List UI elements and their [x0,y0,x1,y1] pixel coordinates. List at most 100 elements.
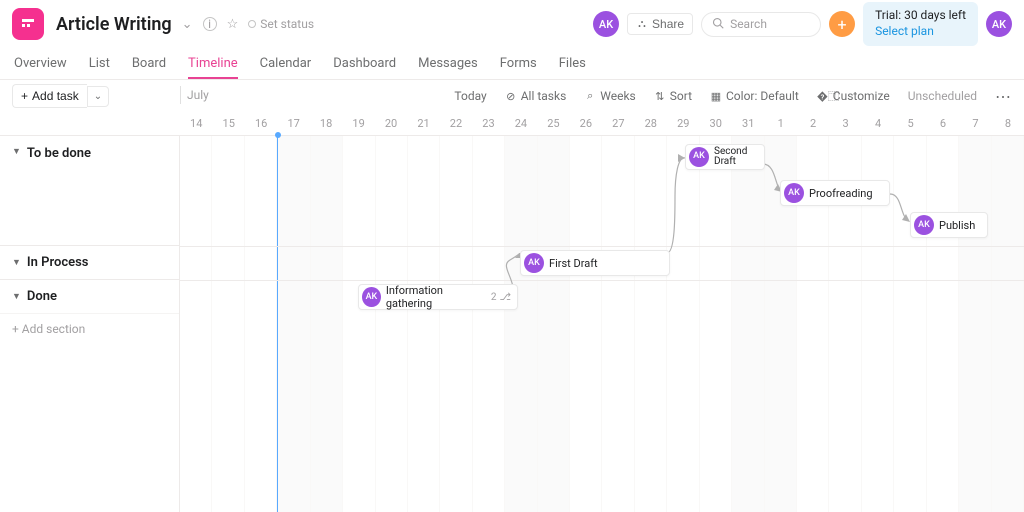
color-button[interactable]: ▦Color: Default [710,89,799,103]
section-label: To be done [27,146,91,161]
day-header: 19 [342,112,374,135]
day-header: 21 [407,112,439,135]
tab-files[interactable]: Files [559,56,586,79]
trial-days-left: Trial: 30 days left [875,8,966,24]
sections-sidebar: ▼To be done ▼In Process ▼Done + Add sect… [0,136,180,512]
day-column [473,136,505,512]
day-column [440,136,472,512]
task-first-draft[interactable]: AK First Draft [520,250,670,276]
subtask-count: 2 ⎇ [491,292,511,303]
task-information-gathering[interactable]: AK Information gathering 2 ⎇ [358,284,518,310]
tab-timeline[interactable]: Timeline [188,56,238,79]
day-header: 7 [959,112,991,135]
day-column [635,136,667,512]
add-task-button[interactable]: + Add task [12,84,87,108]
day-column [927,136,959,512]
day-header: 28 [635,112,667,135]
tab-dashboard[interactable]: Dashboard [333,56,396,79]
magnify-icon: ⌕ [584,89,596,103]
day-header: 24 [505,112,537,135]
day-column [602,136,634,512]
search-input[interactable]: Search [701,12,821,37]
profile-avatar[interactable]: AK [986,11,1012,37]
day-column [959,136,991,512]
day-column [311,136,343,512]
day-column [894,136,926,512]
section-to-be-done[interactable]: ▼ To be done [0,136,179,246]
day-header: 2 [797,112,829,135]
day-header: 22 [440,112,472,135]
day-header: 31 [732,112,764,135]
day-column [700,136,732,512]
section-in-process[interactable]: ▼In Process [0,246,179,280]
task-proofreading[interactable]: AK Proofreading [780,180,890,206]
day-header: 3 [829,112,861,135]
sort-icon: ⇅ [654,90,666,103]
set-status-label: Set status [260,17,314,31]
global-add-button[interactable]: + [829,11,855,37]
info-icon[interactable]: i [203,17,217,31]
today-marker [275,132,281,138]
assignee-avatar: AK [784,183,804,203]
day-column [538,136,570,512]
assignee-avatar: AK [914,215,934,235]
share-button[interactable]: ⛬ Share [627,13,693,35]
assignee-avatar: AK [689,147,709,167]
zoom-weeks[interactable]: ⌕Weeks [584,89,635,103]
search-placeholder: Search [730,17,767,31]
collapse-icon: ▼ [12,146,21,157]
sort-button[interactable]: ⇅Sort [654,89,692,103]
people-icon: ⛬ [636,18,648,31]
app-logo-icon[interactable] [12,8,44,40]
task-second-draft[interactable]: AK Second Draft [685,144,765,170]
add-task-label: Add task [32,89,79,103]
collapse-icon: ▼ [12,291,21,302]
project-menu-chevron-icon[interactable]: ⌄ [180,15,195,34]
assignee-avatar: AK [524,253,544,273]
filter-all-tasks[interactable]: ⊘All tasks [505,89,567,103]
section-done[interactable]: ▼Done [0,280,179,314]
customize-icon: �⿹ [817,88,829,104]
unscheduled-button[interactable]: Unscheduled [908,89,977,103]
search-icon [712,17,724,32]
day-column [667,136,699,512]
add-section-button[interactable]: + Add section [0,314,179,344]
tab-forms[interactable]: Forms [500,56,537,79]
task-publish[interactable]: AK Publish [910,212,988,238]
day-column [570,136,602,512]
day-column [505,136,537,512]
timeline-canvas[interactable]: AK Second Draft AK Proofreading AK Publi… [180,136,1024,512]
assignee-avatar: AK [362,287,381,307]
set-status-button[interactable]: Set status [248,17,314,31]
today-button[interactable]: Today [454,89,486,103]
day-column [212,136,244,512]
day-header: 26 [570,112,602,135]
project-tabs: Overview List Board Timeline Calendar Dashboa… [0,48,1024,80]
customize-button[interactable]: �⿹Customize [817,88,890,104]
task-label: First Draft [549,257,598,270]
section-label: In Process [27,255,89,270]
day-column [245,136,277,512]
tab-messages[interactable]: Messages [418,56,478,79]
task-label: Publish [939,219,975,232]
add-task-dropdown[interactable]: ⌄ [87,86,109,107]
trial-banner: Trial: 30 days left Select plan [863,2,978,45]
tab-list[interactable]: List [89,56,110,79]
day-header: 25 [537,112,569,135]
day-header: 29 [667,112,699,135]
member-avatar[interactable]: AK [593,11,619,37]
day-header: 23 [472,112,504,135]
day-header: 5 [894,112,926,135]
star-icon[interactable]: ☆ [225,15,241,34]
day-column [180,136,212,512]
share-label: Share [652,17,684,31]
day-header: 16 [245,112,277,135]
day-header: 30 [700,112,732,135]
tab-calendar[interactable]: Calendar [260,56,312,79]
tab-board[interactable]: Board [132,56,166,79]
day-header: 1 [764,112,796,135]
select-plan-link[interactable]: Select plan [875,24,966,40]
more-menu-icon[interactable]: ⋯ [995,87,1012,106]
month-label: July [180,86,209,104]
tab-overview[interactable]: Overview [14,56,67,79]
